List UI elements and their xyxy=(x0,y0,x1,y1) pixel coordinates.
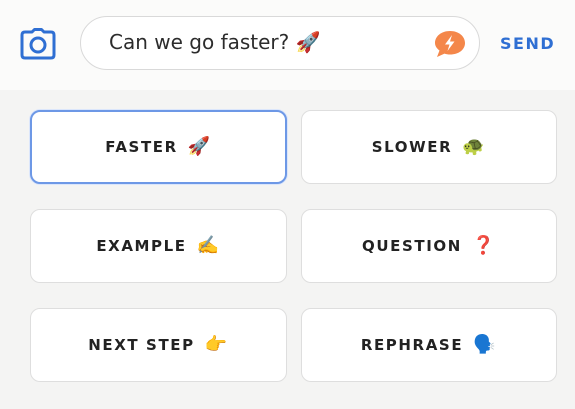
quick-reply-rephrase[interactable]: REPHRASE 🗣️ xyxy=(301,308,557,382)
rocket-icon: 🚀 xyxy=(187,136,212,157)
quick-reply-label: REPHRASE xyxy=(360,336,464,354)
camera-icon xyxy=(20,28,56,60)
quick-reply-slower[interactable]: SLOWER 🐢 xyxy=(301,110,557,184)
camera-button[interactable] xyxy=(18,26,58,62)
quick-reply-label: SLOWER xyxy=(371,138,453,156)
pointing-hand-icon: 👉 xyxy=(204,334,229,355)
message-input-value[interactable]: Can we go faster? 🚀 xyxy=(109,17,321,68)
composer-bar: Can we go faster? 🚀 SEND xyxy=(0,0,575,90)
quick-reply-label: NEXT STEP xyxy=(88,336,195,354)
question-mark-icon: ❓ xyxy=(471,235,496,256)
quick-reply-faster[interactable]: FASTER 🚀 xyxy=(30,110,287,184)
send-button[interactable]: SEND xyxy=(500,33,555,55)
message-input[interactable]: Can we go faster? 🚀 xyxy=(80,16,480,70)
orange-speech-bubble-lightning-icon xyxy=(435,31,465,57)
quick-reply-label: QUESTION xyxy=(362,237,462,255)
quick-reply-label: FASTER xyxy=(105,138,178,156)
quick-reply-example[interactable]: EXAMPLE ✍️ xyxy=(30,209,287,283)
quick-reply-next-step[interactable]: NEXT STEP 👉 xyxy=(30,308,287,382)
speaking-head-icon: 🗣️ xyxy=(473,334,498,355)
quick-reply-question[interactable]: QUESTION ❓ xyxy=(301,209,557,283)
quick-reply-label: EXAMPLE xyxy=(96,237,187,255)
writing-hand-icon: ✍️ xyxy=(196,235,221,256)
boost-button[interactable] xyxy=(433,29,467,59)
turtle-icon: 🐢 xyxy=(462,136,487,157)
